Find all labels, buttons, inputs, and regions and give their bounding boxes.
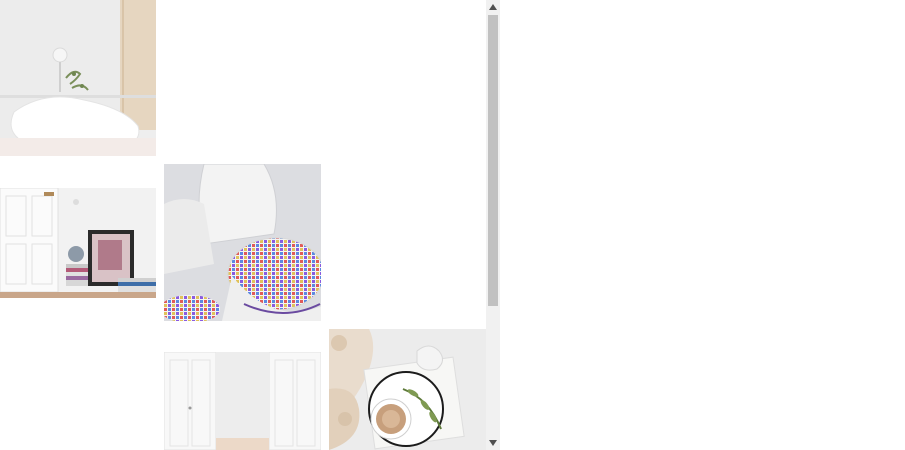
bedroom-photo [0, 0, 156, 156]
door-poster-photo [0, 188, 156, 298]
gallery-image-coffee[interactable] [329, 329, 486, 450]
image-gallery [0, 0, 486, 450]
scrollbar-thumb[interactable] [488, 15, 498, 306]
scroll-down-button[interactable] [486, 436, 500, 450]
triangle-down-icon [489, 440, 497, 446]
coffee-photo [329, 329, 486, 450]
scroll-up-button[interactable] [486, 0, 500, 14]
triangle-up-icon [489, 4, 497, 10]
gallery-image-chair[interactable] [164, 164, 321, 321]
gallery-image-door-poster[interactable] [0, 188, 156, 298]
gallery-image-bedroom[interactable] [0, 0, 156, 156]
gallery-image-doors[interactable] [164, 352, 321, 450]
doors-photo [164, 352, 321, 450]
chair-photo [164, 164, 321, 321]
vertical-scrollbar[interactable] [486, 0, 500, 450]
